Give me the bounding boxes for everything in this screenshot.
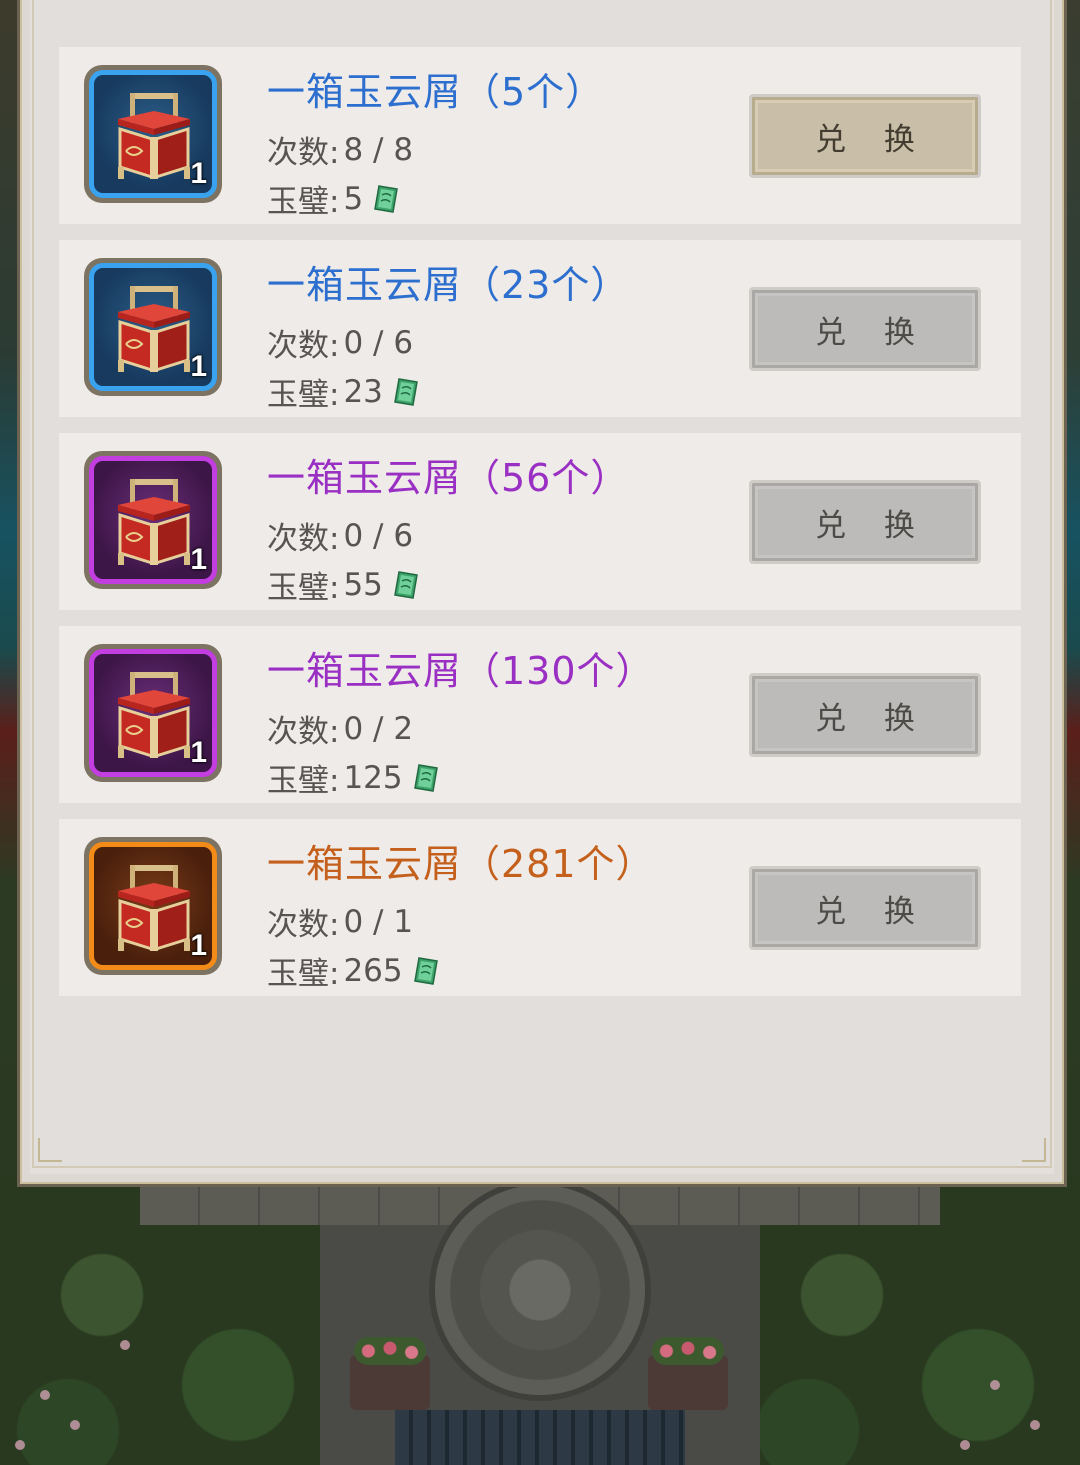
exchange-list: 1 一箱玉云屑（5个） 次数: 8 / 8 玉璧: 5 兑 换 1 一箱玉云屑（… xyxy=(59,47,1021,996)
exchange-row: 1 一箱玉云屑（281个） 次数: 0 / 1 玉璧: 265 兑 换 xyxy=(59,819,1021,996)
times-label: 次数: xyxy=(267,907,340,943)
cost-value: 5 xyxy=(343,180,364,217)
times-label: 次数: xyxy=(267,714,340,750)
item-icon-frame[interactable]: 1 xyxy=(84,837,222,975)
item-icon-frame[interactable]: 1 xyxy=(84,644,222,782)
exchange-button[interactable]: 兑 换 xyxy=(749,866,981,950)
cost-value: 125 xyxy=(343,759,403,796)
blossom xyxy=(40,1390,50,1400)
exchange-button[interactable]: 兑 换 xyxy=(749,673,981,757)
exchange-row: 1 一箱玉云屑（56个） 次数: 0 / 6 玉璧: 55 兑 换 xyxy=(59,433,1021,610)
jade-currency-icon xyxy=(394,377,418,406)
item-icon-tile: 1 xyxy=(89,456,217,584)
item-icon-frame[interactable]: 1 xyxy=(84,65,222,203)
cost-label: 玉璧: xyxy=(267,763,340,799)
cost-value: 265 xyxy=(343,952,403,989)
item-icon-tile: 1 xyxy=(89,649,217,777)
exchange-button[interactable]: 兑 换 xyxy=(749,287,981,371)
exchange-row: 1 一箱玉云屑（5个） 次数: 8 / 8 玉璧: 5 兑 换 xyxy=(59,47,1021,224)
item-quantity: 1 xyxy=(190,157,207,190)
stone-medallion xyxy=(435,1185,645,1395)
item-icon-tile: 1 xyxy=(89,842,217,970)
exchange-times-line: 次数: 0 / 6 xyxy=(267,320,413,365)
flower-planter-left xyxy=(350,1337,430,1410)
item-title: 一箱玉云屑（130个） xyxy=(267,649,655,693)
exchange-button[interactable]: 兑 换 xyxy=(749,480,981,564)
exchange-button[interactable]: 兑 换 xyxy=(749,94,981,178)
treasure-chest-icon xyxy=(118,672,190,759)
exchange-times-line: 次数: 0 / 2 xyxy=(267,706,413,751)
blossom xyxy=(960,1440,970,1450)
times-value: 0 / 1 xyxy=(343,903,414,940)
item-title: 一箱玉云屑（5个） xyxy=(267,70,605,114)
jade-currency-icon xyxy=(394,570,418,599)
cost-line: 玉璧: 23 xyxy=(267,369,419,414)
treasure-chest-icon xyxy=(118,479,190,566)
blossom xyxy=(15,1440,25,1450)
times-label: 次数: xyxy=(267,135,340,171)
item-quantity: 1 xyxy=(190,929,207,962)
flower-planter-right xyxy=(648,1337,728,1410)
item-icon-frame[interactable]: 1 xyxy=(84,451,222,589)
item-title: 一箱玉云屑（281个） xyxy=(267,842,655,886)
item-title: 一箱玉云屑（56个） xyxy=(267,456,630,500)
item-quantity: 1 xyxy=(190,350,207,383)
item-quantity: 1 xyxy=(190,543,207,576)
blossom xyxy=(120,1340,130,1350)
blossom xyxy=(70,1420,80,1430)
item-title: 一箱玉云屑（23个） xyxy=(267,263,630,307)
exchange-row: 1 一箱玉云屑（130个） 次数: 0 / 2 玉璧: 125 兑 换 xyxy=(59,626,1021,803)
item-icon-tile: 1 xyxy=(89,70,217,198)
times-label: 次数: xyxy=(267,521,340,557)
cost-line: 玉璧: 125 xyxy=(267,755,439,800)
panel-corner-ornament xyxy=(38,1138,62,1162)
cost-value: 55 xyxy=(343,566,383,603)
times-value: 8 / 8 xyxy=(343,131,414,168)
item-quantity: 1 xyxy=(190,736,207,769)
treasure-chest-icon xyxy=(118,286,190,373)
jade-currency-icon xyxy=(374,184,399,213)
cost-line: 玉璧: 265 xyxy=(267,948,439,993)
exchange-times-line: 次数: 8 / 8 xyxy=(267,127,413,172)
blossom xyxy=(990,1380,1000,1390)
cost-label: 玉璧: xyxy=(267,184,340,220)
treasure-chest-icon xyxy=(118,93,190,180)
exchange-row: 1 一箱玉云屑（23个） 次数: 0 / 6 玉璧: 23 兑 换 xyxy=(59,240,1021,417)
exchange-times-line: 次数: 0 / 6 xyxy=(267,513,413,558)
roof-tiles xyxy=(395,1410,685,1465)
cost-label: 玉璧: xyxy=(267,377,340,413)
cost-label: 玉璧: xyxy=(267,570,340,606)
item-icon-frame[interactable]: 1 xyxy=(84,258,222,396)
times-value: 0 / 2 xyxy=(343,710,414,747)
exchange-times-line: 次数: 0 / 1 xyxy=(267,899,413,944)
panel-corner-ornament xyxy=(1022,1138,1046,1162)
times-value: 0 / 6 xyxy=(343,517,414,554)
blossom xyxy=(1030,1420,1040,1430)
treasure-chest-icon xyxy=(118,865,190,952)
cost-value: 23 xyxy=(343,373,383,410)
jade-currency-icon xyxy=(413,956,438,985)
times-label: 次数: xyxy=(267,328,340,364)
cost-line: 玉璧: 5 xyxy=(267,176,399,221)
jade-currency-icon xyxy=(413,763,438,792)
item-icon-tile: 1 xyxy=(89,263,217,391)
times-value: 0 / 6 xyxy=(343,324,414,361)
cost-label: 玉璧: xyxy=(267,956,340,992)
cost-line: 玉璧: 55 xyxy=(267,562,419,607)
